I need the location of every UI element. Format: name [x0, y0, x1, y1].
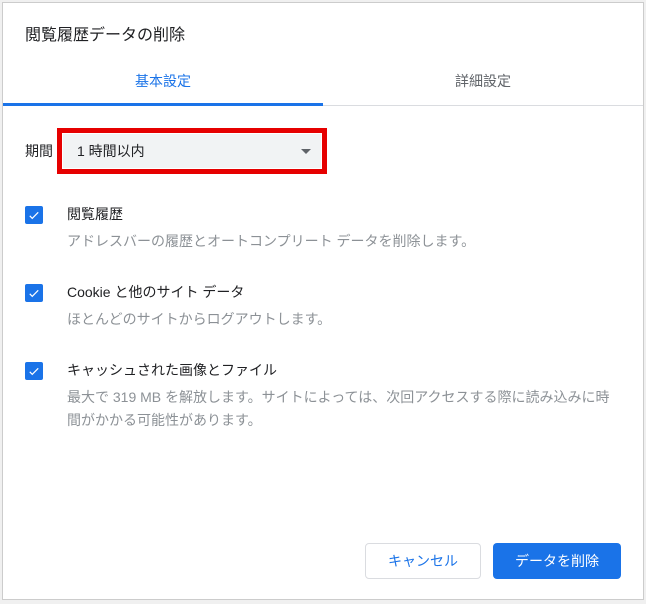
option-title: 閲覧履歴	[67, 204, 621, 224]
checkbox-cache[interactable]	[25, 362, 43, 380]
highlight-box: 1 時間以内	[57, 128, 327, 174]
clear-browsing-data-dialog: 閲覧履歴データの削除 基本設定 詳細設定 期間 1 時間以内 閲覧履歴	[2, 2, 644, 600]
option-title: キャッシュされた画像とファイル	[67, 360, 621, 380]
cancel-button-label: キャンセル	[388, 551, 458, 571]
check-icon	[27, 364, 41, 378]
option-cookies: Cookie と他のサイト データ ほとんどのサイトからログアウトします。	[25, 282, 621, 332]
tab-advanced-label: 詳細設定	[455, 73, 511, 89]
tabs: 基本設定 詳細設定	[3, 59, 643, 106]
checkbox-cookies[interactable]	[25, 284, 43, 302]
time-range-value: 1 時間以内	[77, 141, 145, 161]
option-desc: アドレスバーの履歴とオートコンプリート データを削除します。	[67, 230, 621, 254]
period-row: 期間 1 時間以内	[25, 128, 621, 174]
clear-data-button[interactable]: データを削除	[493, 543, 621, 579]
tab-basic-label: 基本設定	[135, 73, 191, 89]
check-icon	[27, 208, 41, 222]
chevron-down-icon	[301, 149, 311, 154]
check-icon	[27, 286, 41, 300]
option-desc: 最大で 319 MB を解放します。サイトによっては、次回アクセスする際に読み込…	[67, 386, 621, 434]
checkbox-browsing-history[interactable]	[25, 206, 43, 224]
tab-advanced[interactable]: 詳細設定	[323, 59, 643, 105]
option-cache: キャッシュされた画像とファイル 最大で 319 MB を解放します。サイトによっ…	[25, 360, 621, 434]
option-text: キャッシュされた画像とファイル 最大で 319 MB を解放します。サイトによっ…	[67, 360, 621, 434]
option-desc: ほとんどのサイトからログアウトします。	[67, 308, 621, 332]
clear-data-button-label: データを削除	[515, 551, 599, 571]
option-text: 閲覧履歴 アドレスバーの履歴とオートコンプリート データを削除します。	[67, 204, 621, 254]
dialog-title: 閲覧履歴データの削除	[3, 3, 643, 59]
time-range-select[interactable]: 1 時間以内	[63, 134, 321, 168]
option-title: Cookie と他のサイト データ	[67, 282, 621, 302]
option-browsing-history: 閲覧履歴 アドレスバーの履歴とオートコンプリート データを削除します。	[25, 204, 621, 254]
dialog-body: 期間 1 時間以内 閲覧履歴 アドレスバーの履歴とオートコンプリート データを削…	[3, 106, 643, 527]
cancel-button[interactable]: キャンセル	[365, 543, 481, 579]
dialog-footer: キャンセル データを削除	[3, 527, 643, 599]
tab-basic[interactable]: 基本設定	[3, 59, 323, 105]
option-text: Cookie と他のサイト データ ほとんどのサイトからログアウトします。	[67, 282, 621, 332]
period-label: 期間	[25, 141, 53, 161]
